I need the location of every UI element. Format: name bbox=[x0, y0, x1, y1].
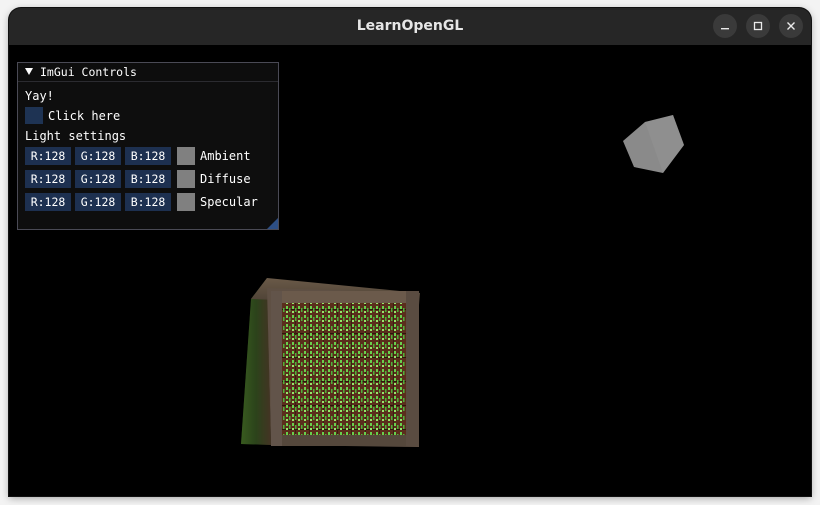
app-window: LearnOpenGL ImGui Controls Yay! Click he… bbox=[9, 8, 811, 496]
click-here-button[interactable] bbox=[25, 107, 43, 124]
ambient-b-field[interactable]: B:128 bbox=[125, 147, 171, 165]
light-settings-label: Light settings bbox=[25, 129, 127, 143]
diffuse-r-field[interactable]: R:128 bbox=[25, 170, 71, 188]
imgui-title-bar[interactable]: ImGui Controls bbox=[18, 63, 278, 82]
gl-viewport[interactable]: ImGui Controls Yay! Click here Light set… bbox=[9, 45, 811, 496]
ambient-g-field[interactable]: G:128 bbox=[75, 147, 121, 165]
imgui-title: ImGui Controls bbox=[40, 65, 137, 79]
specular-g-field[interactable]: G:128 bbox=[75, 193, 121, 211]
specular-label: Specular bbox=[200, 195, 258, 209]
resize-grip[interactable] bbox=[267, 218, 278, 229]
diffuse-g-field[interactable]: G:128 bbox=[75, 170, 121, 188]
ambient-color-swatch[interactable] bbox=[177, 147, 195, 165]
click-here-label: Click here bbox=[48, 109, 121, 123]
diffuse-color-swatch[interactable] bbox=[177, 170, 195, 188]
window-title: LearnOpenGL bbox=[356, 18, 464, 34]
collapse-arrow-icon[interactable] bbox=[24, 66, 34, 76]
ambient-label: Ambient bbox=[200, 149, 251, 163]
specular-b-field[interactable]: B:128 bbox=[125, 193, 171, 211]
minimize-icon bbox=[721, 28, 729, 30]
imgui-text: Yay! bbox=[25, 89, 54, 103]
textured-crate bbox=[241, 278, 420, 447]
maximize-icon bbox=[753, 21, 763, 31]
diffuse-b-field[interactable]: B:128 bbox=[125, 170, 171, 188]
maximize-button[interactable] bbox=[746, 14, 770, 38]
specular-r-field[interactable]: R:128 bbox=[25, 193, 71, 211]
specular-color-swatch[interactable] bbox=[177, 193, 195, 211]
imgui-controls-panel[interactable]: ImGui Controls Yay! Click here Light set… bbox=[17, 62, 279, 230]
title-bar[interactable]: LearnOpenGL bbox=[9, 8, 811, 46]
diffuse-label: Diffuse bbox=[200, 172, 251, 186]
minimize-button[interactable] bbox=[713, 14, 737, 38]
close-button[interactable] bbox=[779, 14, 803, 38]
close-icon bbox=[787, 22, 795, 30]
ambient-r-field[interactable]: R:128 bbox=[25, 147, 71, 165]
